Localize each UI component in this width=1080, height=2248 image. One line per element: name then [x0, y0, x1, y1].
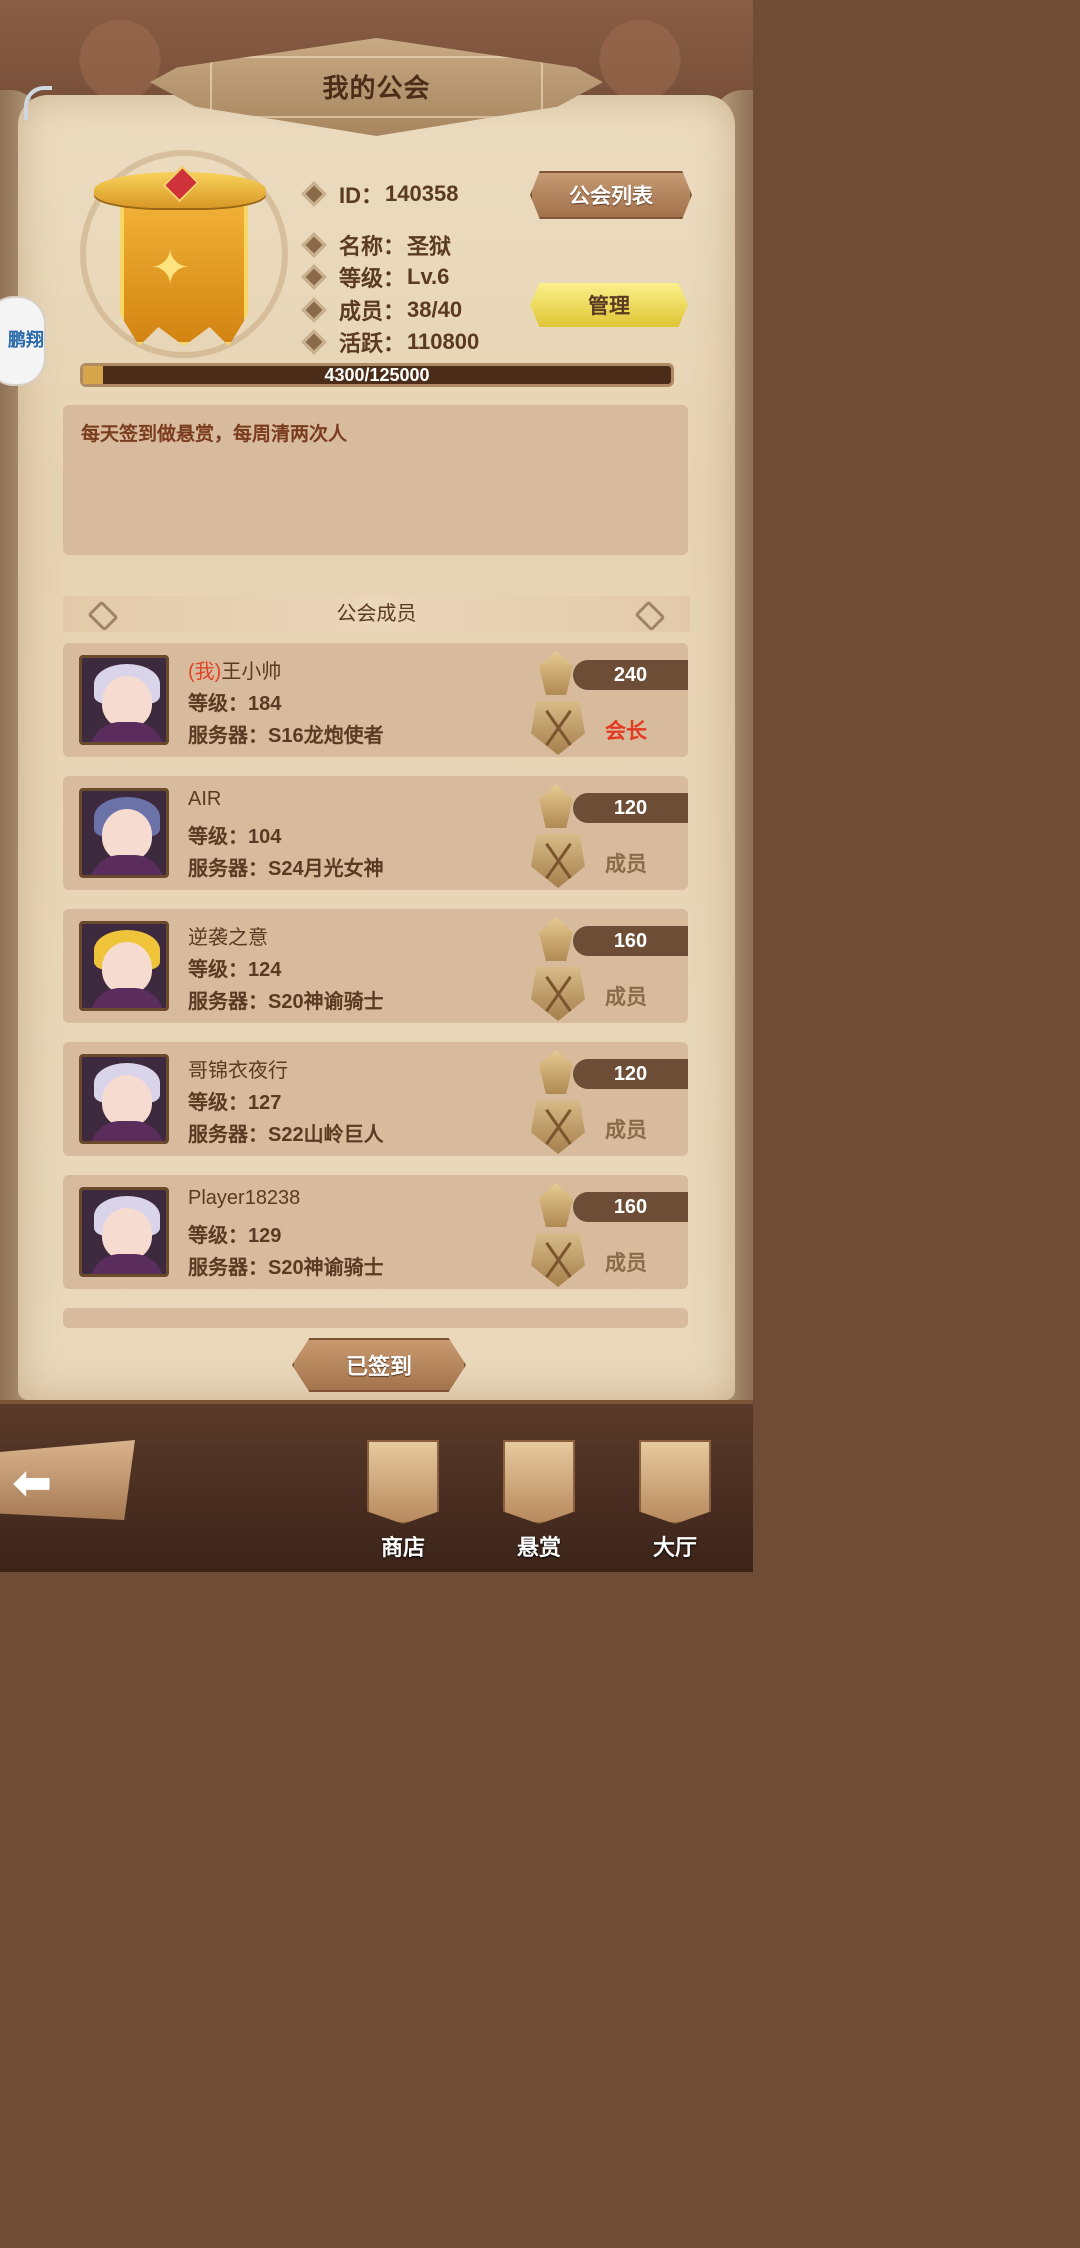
avatar-body [90, 855, 164, 875]
guild-id-row: ID： 140358 [301, 178, 459, 210]
member-server: 服务器：S16龙炮使者 [188, 725, 384, 747]
diamond-icon [301, 181, 327, 207]
bounty-scroll-icon [503, 1440, 575, 1524]
rank-swords-icon [531, 834, 585, 888]
guild-members-row: 成员： 38/40 [301, 294, 463, 326]
back-arrow-icon[interactable]: ⬅ [12, 1455, 52, 1511]
member-server: 服务器：S20神谕骑士 [188, 991, 384, 1013]
member-activity: 160 [573, 926, 688, 956]
avatar-face [102, 676, 152, 728]
avatar-face [102, 1075, 152, 1127]
side-badge-text: 鹏翔 [8, 330, 44, 350]
avatar-body [90, 1121, 164, 1141]
member-role: 成员 [605, 853, 647, 876]
avatar-face [102, 942, 152, 994]
ornament-icon [634, 600, 666, 632]
signed-in-button[interactable]: 已签到 [292, 1338, 466, 1392]
member-role: 会长 [605, 720, 647, 743]
member-activity: 120 [573, 1059, 688, 1089]
member-server: 服务器：S24月光女神 [188, 858, 384, 880]
member-server: 服务器：S22山岭巨人 [188, 1124, 384, 1146]
activity-icon [539, 651, 573, 695]
hall-banner-icon [639, 1440, 711, 1524]
diamond-icon [301, 264, 327, 290]
guild-notice: 每天签到做悬赏，每周清两次人 [63, 405, 688, 555]
member-card[interactable]: AIR 等级：104 服务器：S24月光女神 120 成员 [63, 776, 688, 890]
nav-hall-label: 大厅 [652, 1535, 697, 1560]
guild-activity: 110800 [407, 329, 480, 354]
manage-button[interactable]: 管理 [530, 283, 688, 327]
guild-name: 圣狱 [407, 234, 452, 259]
member-level: 等级：184 [188, 693, 282, 715]
guild-activity-row: 活跃： 110800 [301, 326, 480, 358]
member-avatar[interactable] [79, 788, 169, 878]
members-section-header: 公会成员 [63, 596, 690, 632]
guild-list-button[interactable]: 公会列表 [530, 171, 692, 219]
shop-bag-icon [367, 1440, 439, 1524]
guild-member-count: 38/40 [407, 297, 463, 322]
member-level: 等级：124 [188, 959, 282, 981]
member-avatar[interactable] [79, 1054, 169, 1144]
guild-emblem: ✦ [70, 140, 290, 360]
member-role: 成员 [605, 1252, 647, 1275]
member-role: 成员 [605, 986, 647, 1009]
member-card[interactable]: (我)王小帅 等级：184 服务器：S16龙炮使者 240 会长 [63, 643, 688, 757]
rank-swords-icon [531, 1233, 585, 1287]
ornament-icon [87, 600, 119, 632]
nav-hall-button[interactable]: 大厅 [630, 1440, 720, 1560]
nav-shop-button[interactable]: 商店 [358, 1440, 448, 1560]
member-name: 逆袭之意 [188, 927, 268, 949]
activity-icon [539, 917, 573, 961]
guild-level: Lv.6 [407, 264, 450, 289]
page-title: 我的公会 [322, 73, 431, 103]
guild-id: 140358 [385, 181, 459, 206]
activity-icon [539, 784, 573, 828]
member-level: 等级：127 [188, 1092, 282, 1114]
avatar-body [90, 722, 164, 742]
diamond-icon [301, 232, 327, 258]
guild-xp-text: 4300/125000 [324, 365, 430, 385]
diamond-icon [301, 297, 327, 323]
emblem-flame-icon: ✦ [150, 242, 191, 295]
member-card[interactable]: 哥锦衣夜行 等级：127 服务器：S22山岭巨人 120 成员 [63, 1042, 688, 1156]
nav-bounty-button[interactable]: 悬赏 [494, 1440, 584, 1560]
side-floating-badge[interactable]: 鹏翔 [0, 296, 46, 386]
activity-icon [539, 1050, 573, 1094]
member-server: 服务器：S20神谕骑士 [188, 1257, 384, 1279]
rank-swords-icon [531, 701, 585, 755]
member-name: (我)王小帅 [188, 661, 282, 683]
member-avatar[interactable] [79, 921, 169, 1011]
members-section-title: 公会成员 [336, 603, 417, 625]
member-name: AIR [188, 788, 222, 810]
member-card[interactable]: Player18238 等级：129 服务器：S20神谕骑士 160 成员 [63, 1175, 688, 1289]
guild-xp-bar: 4300/125000 [80, 363, 674, 387]
nav-shop-label: 商店 [380, 1535, 425, 1560]
nav-bounty-label: 悬赏 [516, 1535, 561, 1560]
member-role: 成员 [605, 1119, 647, 1142]
member-activity: 120 [573, 793, 688, 823]
rank-swords-icon [531, 1100, 585, 1154]
guild-level-row: 等级： Lv.6 [301, 261, 450, 293]
activity-icon [539, 1183, 573, 1227]
member-activity: 240 [573, 660, 688, 690]
member-name: 哥锦衣夜行 [188, 1060, 288, 1082]
avatar-face [102, 809, 152, 861]
avatar-body [90, 1254, 164, 1274]
member-card-partial[interactable] [63, 1308, 688, 1328]
member-activity: 160 [573, 1192, 688, 1222]
member-avatar[interactable] [79, 655, 169, 745]
member-avatar[interactable] [79, 1187, 169, 1277]
avatar-body [90, 988, 164, 1008]
diamond-icon [301, 329, 327, 355]
member-card[interactable]: 逆袭之意 等级：124 服务器：S20神谕骑士 160 成员 [63, 909, 688, 1023]
rank-swords-icon [531, 967, 585, 1021]
avatar-face [102, 1208, 152, 1260]
member-level: 等级：129 [188, 1225, 282, 1247]
member-name: Player18238 [188, 1187, 301, 1209]
member-level: 等级：104 [188, 826, 282, 848]
guild-name-row: 名称： 圣狱 [301, 229, 452, 261]
